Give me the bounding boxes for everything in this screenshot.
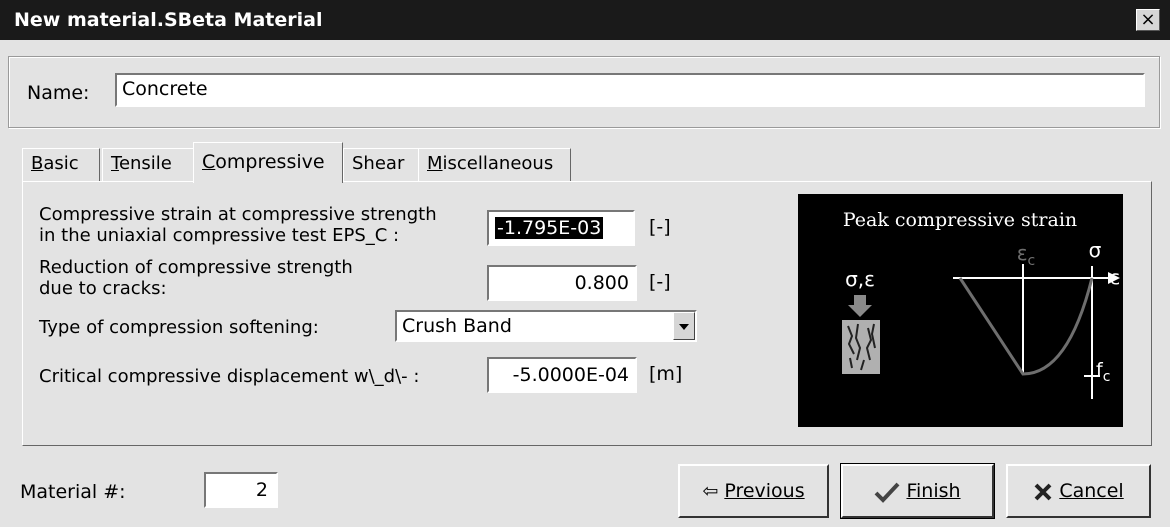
tab-shear[interactable]: Shear (343, 148, 419, 182)
eps-c-label: Compressive strain at compressive streng… (39, 204, 437, 246)
reduction-unit: [-] (649, 271, 671, 293)
eps-c-symbol: εc (1017, 241, 1036, 269)
eps-c-label-line2: in the uniaxial compressive test EPS_C : (39, 225, 400, 246)
wd-unit: [m] (649, 363, 683, 385)
tab-miscellaneous[interactable]: Miscellaneous (418, 148, 571, 182)
reduction-label-line2: due to cracks: (39, 278, 167, 299)
diagram-svg: Peak compressive strain σ,ε εc σ ε fc (842, 209, 1120, 399)
fc-sub: c (1103, 369, 1111, 385)
stress-strain-curve (958, 277, 1094, 376)
reduction-label: Reduction of compressive strength due to… (39, 257, 353, 299)
diagram-title: Peak compressive strain (843, 209, 1077, 231)
reduction-input[interactable]: 0.800 (487, 265, 637, 301)
reduction-label-line1: Reduction of compressive strength (39, 257, 353, 278)
window-title: New material.SBeta Material (14, 9, 323, 31)
chevron-down-icon[interactable] (673, 312, 695, 340)
previous-label: Previous (724, 480, 805, 502)
checkmark-icon (875, 482, 900, 503)
eps-c-sub: c (1028, 253, 1036, 269)
arrow-left-icon: ⇦ (702, 480, 725, 502)
title-bar: New material.SBeta Material × (0, 0, 1170, 40)
name-input[interactable]: Concrete (115, 73, 1145, 107)
finish-label: Finish (906, 480, 961, 502)
eps-c-unit: [-] (649, 216, 671, 238)
sigma-axis-label: σ (1089, 238, 1102, 262)
cancel-label: Cancel (1059, 480, 1124, 502)
eps-axis-label: ε (1110, 267, 1120, 289)
softening-select[interactable]: Crush Band (395, 310, 697, 342)
tab-basic[interactable]: Basic (22, 148, 100, 182)
tab-compressive[interactable]: Compressive (193, 142, 343, 183)
fc-label: fc (1096, 359, 1110, 385)
close-button[interactable]: × (1136, 9, 1160, 31)
eps-c-value: -1.795E-03 (495, 217, 604, 239)
diagram-sigma-eps-label: σ,ε (845, 267, 875, 291)
wd-input[interactable]: -5.0000E-04 (487, 357, 637, 393)
finish-button[interactable]: Finish (840, 463, 995, 519)
eps-c-label-line1: Compressive strain at compressive streng… (39, 204, 437, 225)
eps-c-input[interactable]: -1.795E-03 (487, 210, 635, 246)
concrete-specimen-icon (842, 320, 880, 374)
arrow-down-icon (848, 295, 872, 317)
previous-button[interactable]: ⇦ Previous (678, 464, 829, 518)
name-group: Name: Concrete (8, 56, 1160, 128)
tab-tensile[interactable]: Tensile (102, 148, 194, 182)
material-number-label: Material #: (20, 481, 126, 503)
peak-strain-diagram: Peak compressive strain σ,ε εc σ ε fc (798, 194, 1123, 427)
material-number-input[interactable]: 2 (204, 472, 278, 508)
softening-label: Type of compression softening: (39, 317, 319, 338)
wd-label: Critical compressive displacement w\_d\-… (39, 366, 420, 387)
softening-value: Crush Band (402, 315, 512, 337)
cancel-button[interactable]: Cancel (1006, 464, 1151, 518)
name-label: Name: (27, 82, 90, 104)
close-x-icon (1034, 483, 1052, 500)
compressive-panel: Compressive strain at compressive streng… (22, 181, 1152, 446)
eps-c-main: ε (1017, 241, 1028, 265)
